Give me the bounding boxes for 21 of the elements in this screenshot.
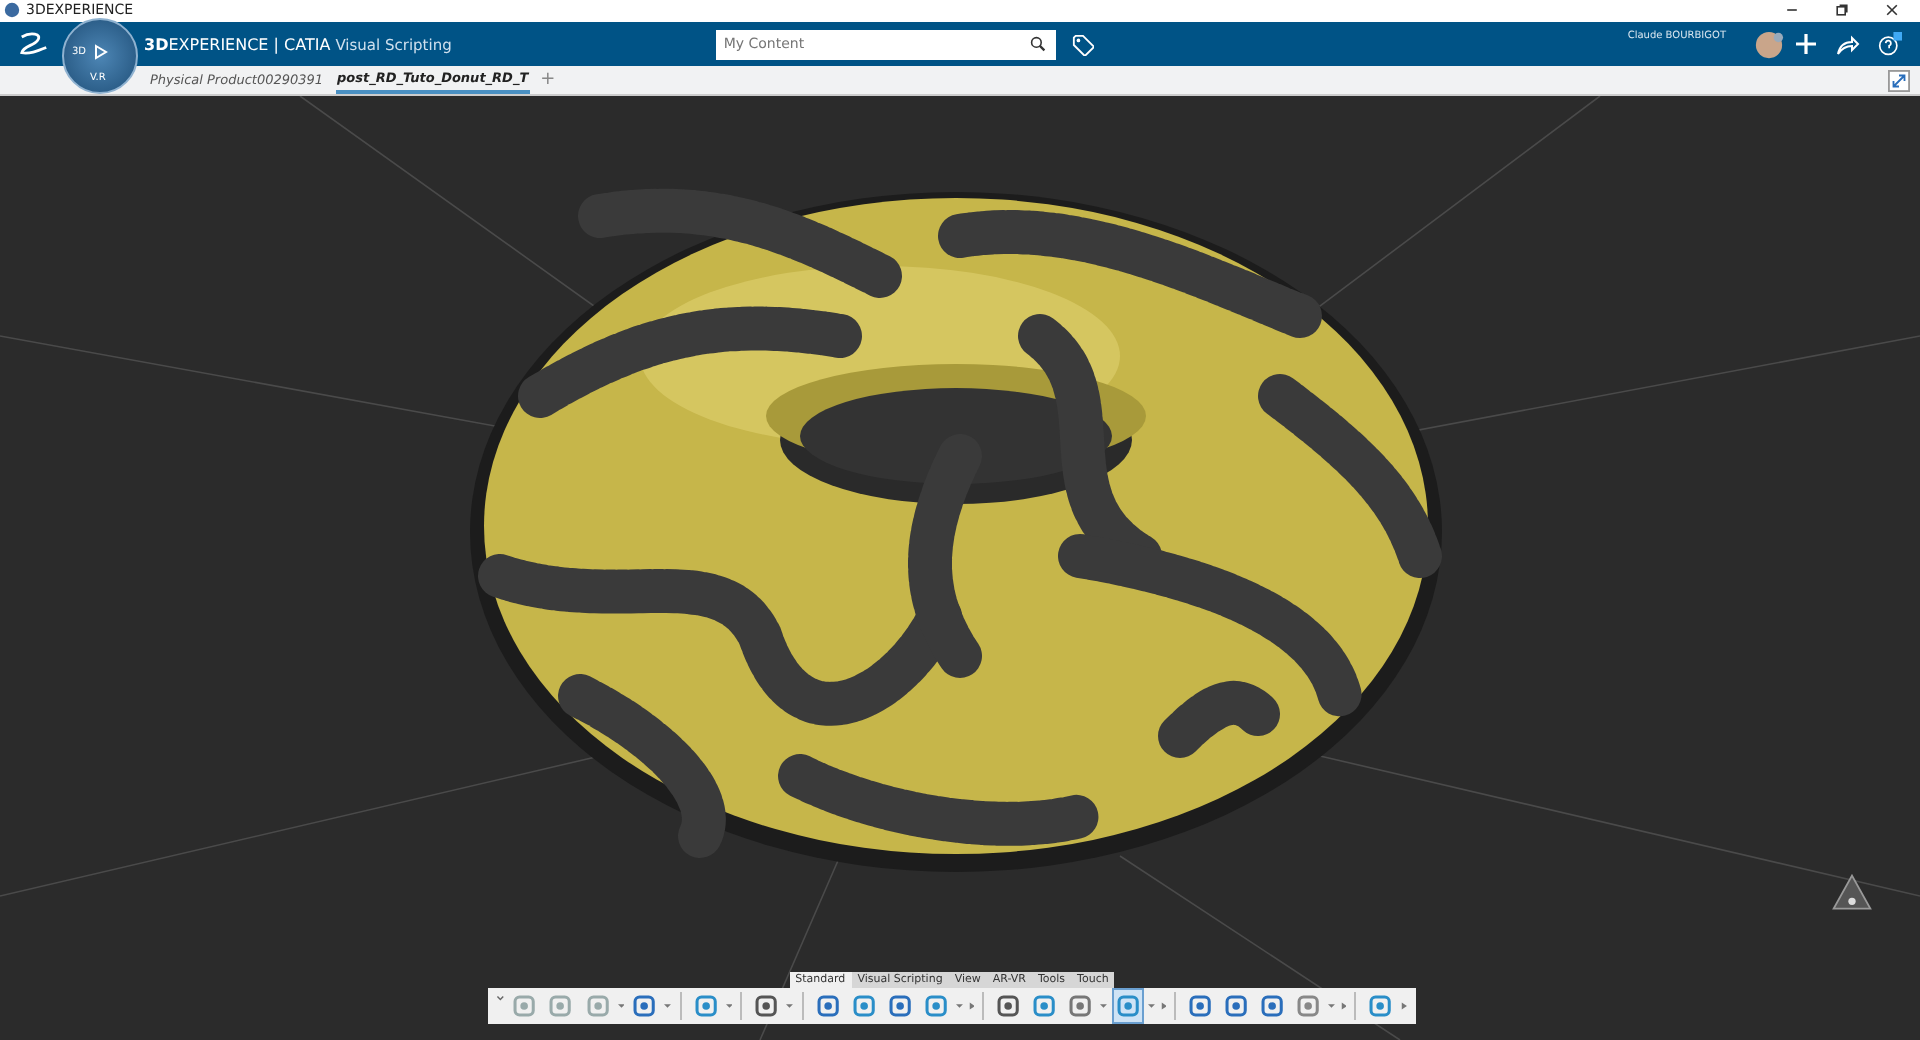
dropdown-icon[interactable]: [786, 1002, 794, 1010]
restore-icon[interactable]: [1834, 2, 1850, 19]
share-icon[interactable]: [1836, 32, 1860, 57]
tag-icon[interactable]: [1071, 33, 1094, 56]
collapse-icon[interactable]: [1888, 69, 1910, 92]
dropdown-icon[interactable]: [956, 1002, 964, 1010]
avatar-icon[interactable]: [1754, 29, 1784, 60]
dropdown-icon[interactable]: [725, 1002, 733, 1010]
dropdown-icon[interactable]: [664, 1002, 672, 1010]
app-icon: [4, 2, 20, 19]
dropdown-icon[interactable]: [1100, 1002, 1108, 1010]
add-icon[interactable]: [1794, 32, 1818, 57]
chevron-icon[interactable]: [496, 994, 505, 1002]
expand-icon[interactable]: [1400, 1002, 1408, 1010]
close-icon[interactable]: [1884, 2, 1900, 19]
play-icon: [90, 41, 110, 62]
dropdown-icon[interactable]: [1148, 1002, 1156, 1010]
dropdown-icon[interactable]: [1328, 1002, 1336, 1010]
search-icon[interactable]: [1029, 36, 1046, 53]
dropdown-icon[interactable]: [617, 1002, 625, 1010]
logo-icon[interactable]: [16, 30, 52, 59]
